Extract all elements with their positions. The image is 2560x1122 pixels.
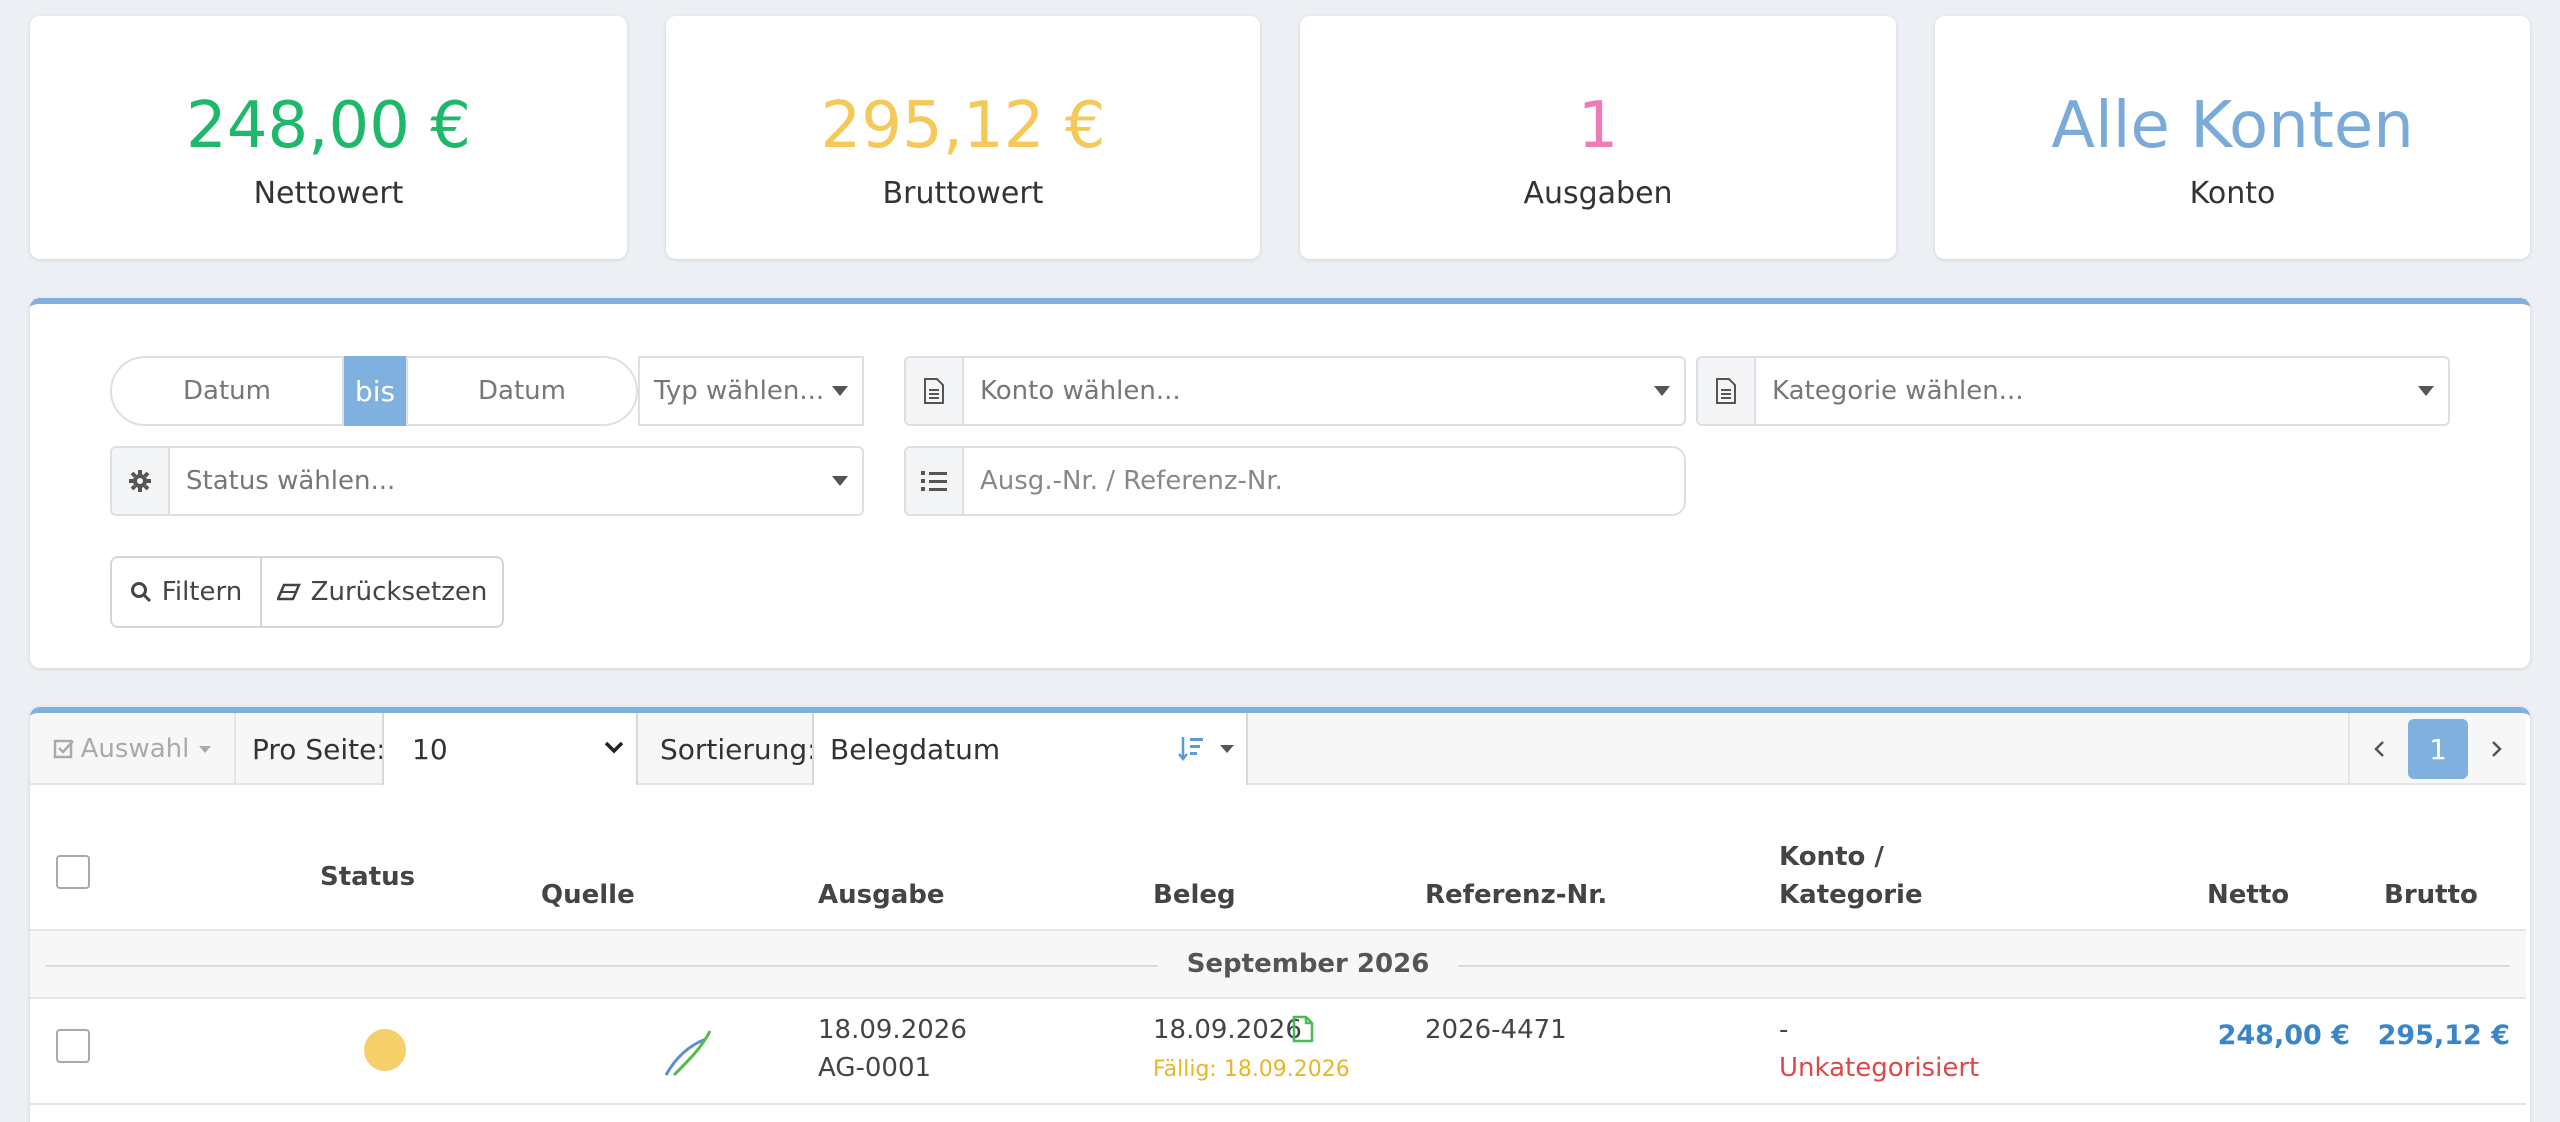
filter-button[interactable]: Filtern xyxy=(110,556,262,628)
expense-date: 18.09.2026 xyxy=(818,1015,967,1045)
divider xyxy=(1458,965,2510,967)
sort-value: Belegdatum xyxy=(830,732,1001,766)
eraser-icon xyxy=(276,583,301,601)
date-from-placeholder: Datum xyxy=(183,376,271,406)
pagination-prev[interactable] xyxy=(2348,713,2408,785)
net-value: 248,00 € xyxy=(2217,1020,2350,1051)
reset-button-label: Zurücksetzen xyxy=(310,577,488,607)
group-row: September 2026 xyxy=(30,929,2526,999)
header-account-line1[interactable]: Konto / xyxy=(1779,839,1884,875)
header-expense[interactable]: Ausgabe xyxy=(818,877,945,913)
stat-label: Nettowert xyxy=(253,176,404,211)
per-page-value: 10 xyxy=(412,732,448,766)
sort-amount-down-icon xyxy=(1178,737,1203,762)
stat-value: 248,00 € xyxy=(186,89,471,163)
header-source[interactable]: Quelle xyxy=(541,877,635,913)
current-page: 1 xyxy=(2429,732,2447,766)
chevron-down-icon xyxy=(1220,745,1234,753)
pagination-next[interactable] xyxy=(2468,713,2526,785)
status-select[interactable]: Status wählen... xyxy=(168,446,864,516)
row-checkbox[interactable] xyxy=(56,1029,90,1063)
stat-card-gross: 295,12 € Bruttowert xyxy=(666,16,1260,259)
account-value: - xyxy=(1779,1015,1789,1045)
stat-label: Konto xyxy=(2189,176,2276,211)
reference-input[interactable]: Ausg.-Nr. / Referenz-Nr. xyxy=(962,446,1686,516)
expenses-table-panel: Auswahl Pro Seite: 10 Sortierung: Belegd… xyxy=(30,707,2530,1122)
divider xyxy=(46,965,1158,967)
filter-panel: Datum bis Datum Typ wählen... Konto wähl… xyxy=(30,298,2530,668)
file-icon[interactable] xyxy=(1292,1015,1314,1043)
chevron-down-icon xyxy=(199,745,212,753)
table-toolbar: Auswahl Pro Seite: 10 Sortierung: Belegd… xyxy=(30,713,2526,785)
document-icon xyxy=(1696,356,1756,426)
chevron-down-icon xyxy=(832,476,848,486)
header-status[interactable]: Status xyxy=(320,859,415,895)
select-all-checkbox[interactable] xyxy=(56,855,90,889)
stat-label: Bruttowert xyxy=(882,176,1044,211)
sort-label: Sortierung: xyxy=(660,732,817,766)
date-to-placeholder: Datum xyxy=(478,376,566,406)
search-icon xyxy=(130,582,151,603)
group-label: September 2026 xyxy=(1186,949,1430,979)
chevron-down-icon xyxy=(604,741,624,754)
header-reference[interactable]: Referenz-Nr. xyxy=(1425,877,1607,913)
reference-number: 2026-4471 xyxy=(1425,1015,1567,1045)
category-select-label: Kategorie wählen... xyxy=(1772,376,2024,406)
date-from-input[interactable]: Datum xyxy=(110,356,344,426)
chevron-down-icon xyxy=(1654,386,1670,396)
bis-label: bis xyxy=(344,356,406,426)
header-receipt[interactable]: Beleg xyxy=(1153,877,1236,913)
header-gross[interactable]: Brutto xyxy=(2384,877,2478,913)
stat-value: 295,12 € xyxy=(820,89,1106,163)
chevron-right-icon xyxy=(2492,741,2502,757)
reference-placeholder: Ausg.-Nr. / Referenz-Nr. xyxy=(980,466,1283,496)
gear-icon xyxy=(110,446,170,516)
status-dot xyxy=(364,1029,406,1071)
stat-value: 1 xyxy=(1577,89,1619,163)
account-select[interactable]: Konto wählen... xyxy=(962,356,1686,426)
selection-label: Auswahl xyxy=(80,734,190,764)
receipt-date: 18.09.2026 xyxy=(1153,1015,1302,1045)
header-account-line2[interactable]: Kategorie xyxy=(1779,877,1923,913)
due-date: Fällig: 18.09.2026 xyxy=(1153,1057,1350,1082)
chevron-left-icon xyxy=(2374,741,2384,757)
reset-button[interactable]: Zurücksetzen xyxy=(260,556,504,628)
stat-card-net: 248,00 € Nettowert xyxy=(30,16,627,259)
selection-dropdown[interactable]: Auswahl xyxy=(30,713,236,785)
category-select[interactable]: Kategorie wählen... xyxy=(1754,356,2450,426)
account-select-label: Konto wählen... xyxy=(980,376,1181,406)
sort-select[interactable]: Belegdatum xyxy=(812,713,1248,785)
type-select-label: Typ wählen... xyxy=(654,376,825,406)
list-ol-icon xyxy=(904,446,964,516)
stat-card-account: Alle Konten Konto xyxy=(1935,16,2530,259)
per-page-label: Pro Seite: xyxy=(252,732,386,766)
stat-label: Ausgaben xyxy=(1523,176,1673,211)
chevron-down-icon xyxy=(2418,386,2434,396)
date-to-input[interactable]: Datum xyxy=(406,356,638,426)
status-select-label: Status wählen... xyxy=(186,466,396,496)
pagination-page-1[interactable]: 1 xyxy=(2408,719,2468,779)
stat-card-expenses: 1 Ausgaben xyxy=(1300,16,1896,259)
header-net[interactable]: Netto xyxy=(2207,877,2289,913)
expense-number[interactable]: AG-0001 xyxy=(818,1049,931,1087)
check-square-icon xyxy=(53,739,74,759)
per-page-select[interactable]: 10 xyxy=(382,713,638,785)
table-row[interactable]: 18.09.2026 AG-0001 18.09.2026 Fällig: 18… xyxy=(30,999,2526,1105)
source-logo-icon xyxy=(664,1030,712,1077)
chevron-down-icon xyxy=(832,386,848,396)
filter-button-label: Filtern xyxy=(161,577,243,607)
type-select[interactable]: Typ wählen... xyxy=(638,356,864,426)
document-icon xyxy=(904,356,964,426)
category-value[interactable]: Unkategorisiert xyxy=(1779,1049,1979,1087)
stat-value: Alle Konten xyxy=(2051,89,2414,163)
gross-value: 295,12 € xyxy=(2377,1020,2510,1051)
